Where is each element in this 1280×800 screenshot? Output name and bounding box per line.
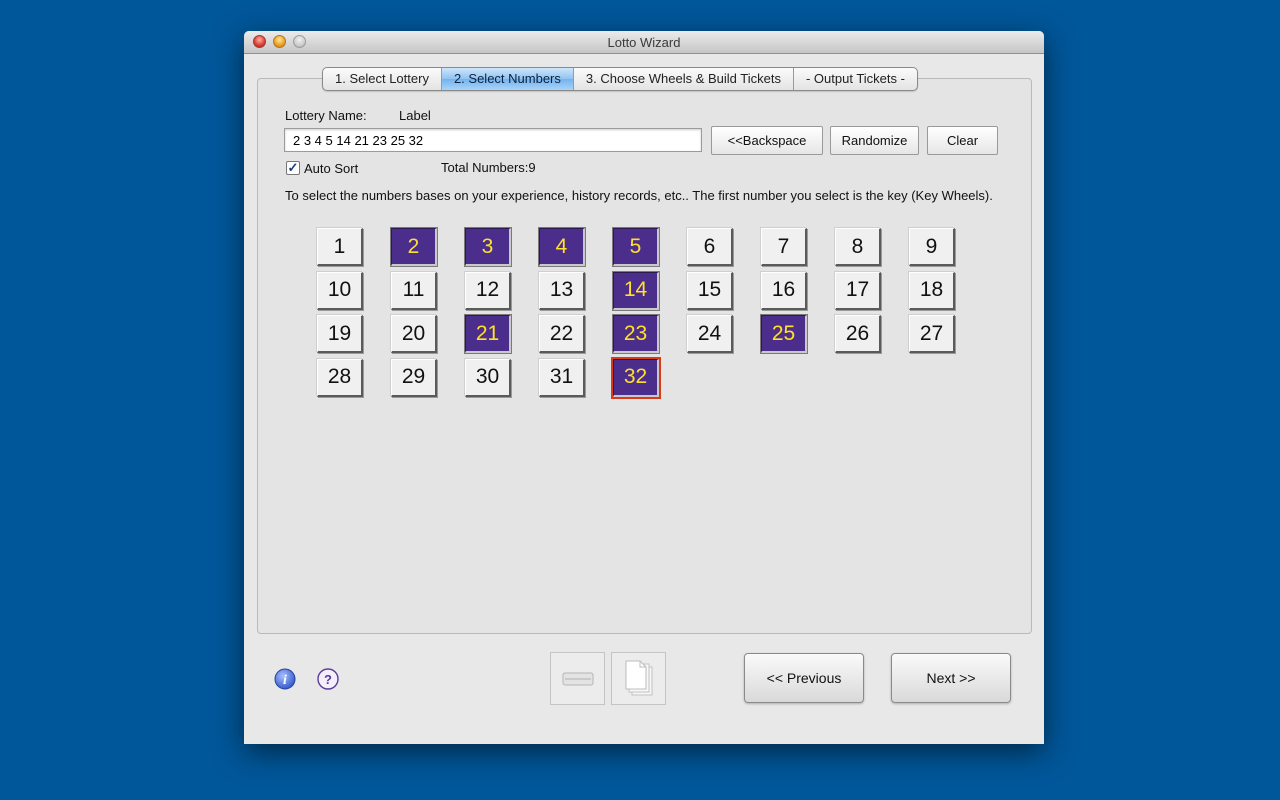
total-numbers-label: Total Numbers:9 [441, 160, 536, 175]
number-button-27[interactable]: 27 [909, 315, 955, 353]
number-button-2[interactable]: 2 [391, 228, 437, 266]
number-button-18[interactable]: 18 [909, 271, 955, 310]
tab-panel [257, 78, 1032, 634]
svg-text:i: i [283, 673, 287, 688]
lotto-wizard-window: Lotto Wizard 1. Select Lottery 2. Select… [244, 31, 1044, 744]
window-title: Lotto Wizard [607, 35, 681, 50]
copy-toolbar-button[interactable] [611, 652, 666, 705]
print-toolbar-button[interactable] [550, 652, 605, 705]
number-button-10[interactable]: 10 [317, 271, 363, 310]
number-button-24[interactable]: 24 [687, 315, 733, 353]
number-button-4[interactable]: 4 [539, 228, 585, 266]
tab-output-tickets[interactable]: - Output Tickets - [794, 68, 917, 90]
number-button-30[interactable]: 30 [465, 358, 511, 397]
printer-icon [562, 672, 593, 685]
number-button-9[interactable]: 9 [909, 228, 955, 266]
tab-select-numbers[interactable]: 2. Select Numbers [441, 68, 574, 90]
instructions-text: To select the numbers bases on your expe… [285, 188, 993, 203]
selected-numbers-input[interactable] [284, 128, 702, 152]
previous-button[interactable]: << Previous [744, 653, 864, 703]
next-button[interactable]: Next >> [891, 653, 1011, 703]
number-button-26[interactable]: 26 [835, 315, 881, 353]
clear-button[interactable]: Clear [927, 126, 998, 155]
number-button-21[interactable]: 21 [465, 315, 511, 353]
number-button-31[interactable]: 31 [539, 358, 585, 397]
number-button-11[interactable]: 11 [391, 271, 437, 310]
info-icon[interactable]: i [274, 668, 296, 690]
number-button-29[interactable]: 29 [391, 358, 437, 397]
number-button-17[interactable]: 17 [835, 271, 881, 310]
svg-text:?: ? [324, 672, 332, 687]
number-button-19[interactable]: 19 [317, 315, 363, 353]
number-button-14[interactable]: 14 [613, 271, 659, 310]
number-button-15[interactable]: 15 [687, 271, 733, 310]
tab-choose-wheels[interactable]: 3. Choose Wheels & Build Tickets [574, 68, 794, 90]
wizard-tabs: 1. Select Lottery 2. Select Numbers 3. C… [322, 67, 918, 91]
documents-icon [625, 660, 652, 695]
number-button-32[interactable]: 32 [613, 358, 659, 397]
number-button-16[interactable]: 16 [761, 271, 807, 310]
number-button-20[interactable]: 20 [391, 315, 437, 353]
number-button-28[interactable]: 28 [317, 358, 363, 397]
tab-select-lottery[interactable]: 1. Select Lottery [323, 68, 442, 90]
number-button-13[interactable]: 13 [539, 271, 585, 310]
number-button-7[interactable]: 7 [761, 228, 807, 266]
number-button-5[interactable]: 5 [613, 228, 659, 266]
number-button-3[interactable]: 3 [465, 228, 511, 266]
backspace-button[interactable]: <<Backspace [711, 126, 823, 155]
number-button-12[interactable]: 12 [465, 271, 511, 310]
randomize-button[interactable]: Randomize [830, 126, 919, 155]
number-button-1[interactable]: 1 [317, 228, 363, 266]
help-icon[interactable]: ? [317, 668, 339, 690]
number-button-25[interactable]: 25 [761, 315, 807, 353]
lottery-name-value: Label [399, 108, 431, 123]
title-bar: Lotto Wizard [244, 31, 1044, 54]
auto-sort-checkbox[interactable]: ✓ [286, 161, 300, 175]
number-button-6[interactable]: 6 [687, 228, 733, 266]
number-button-23[interactable]: 23 [613, 315, 659, 353]
lottery-name-label: Lottery Name: [285, 108, 367, 123]
number-button-22[interactable]: 22 [539, 315, 585, 353]
number-button-8[interactable]: 8 [835, 228, 881, 266]
auto-sort-label: Auto Sort [304, 161, 359, 176]
